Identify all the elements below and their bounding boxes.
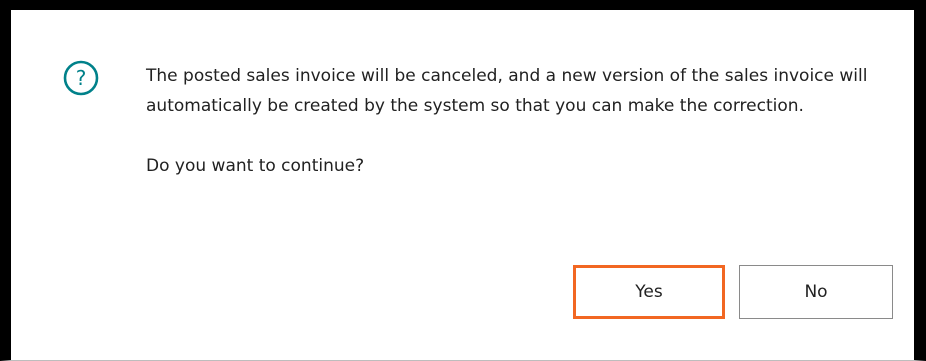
svg-text:?: ? — [76, 66, 87, 90]
confirm-dialog: ? The posted sales invoice will be cance… — [11, 10, 914, 360]
question-text: Do you want to continue? — [146, 156, 365, 176]
yes-button[interactable]: Yes — [573, 265, 725, 319]
window-frame: ? The posted sales invoice will be cance… — [0, 0, 926, 361]
question-circle-icon: ? — [63, 60, 99, 96]
dialog-message: The posted sales invoice will be cancele… — [146, 61, 876, 181]
no-button[interactable]: No — [739, 265, 893, 319]
message-text: The posted sales invoice will be cancele… — [146, 66, 868, 116]
